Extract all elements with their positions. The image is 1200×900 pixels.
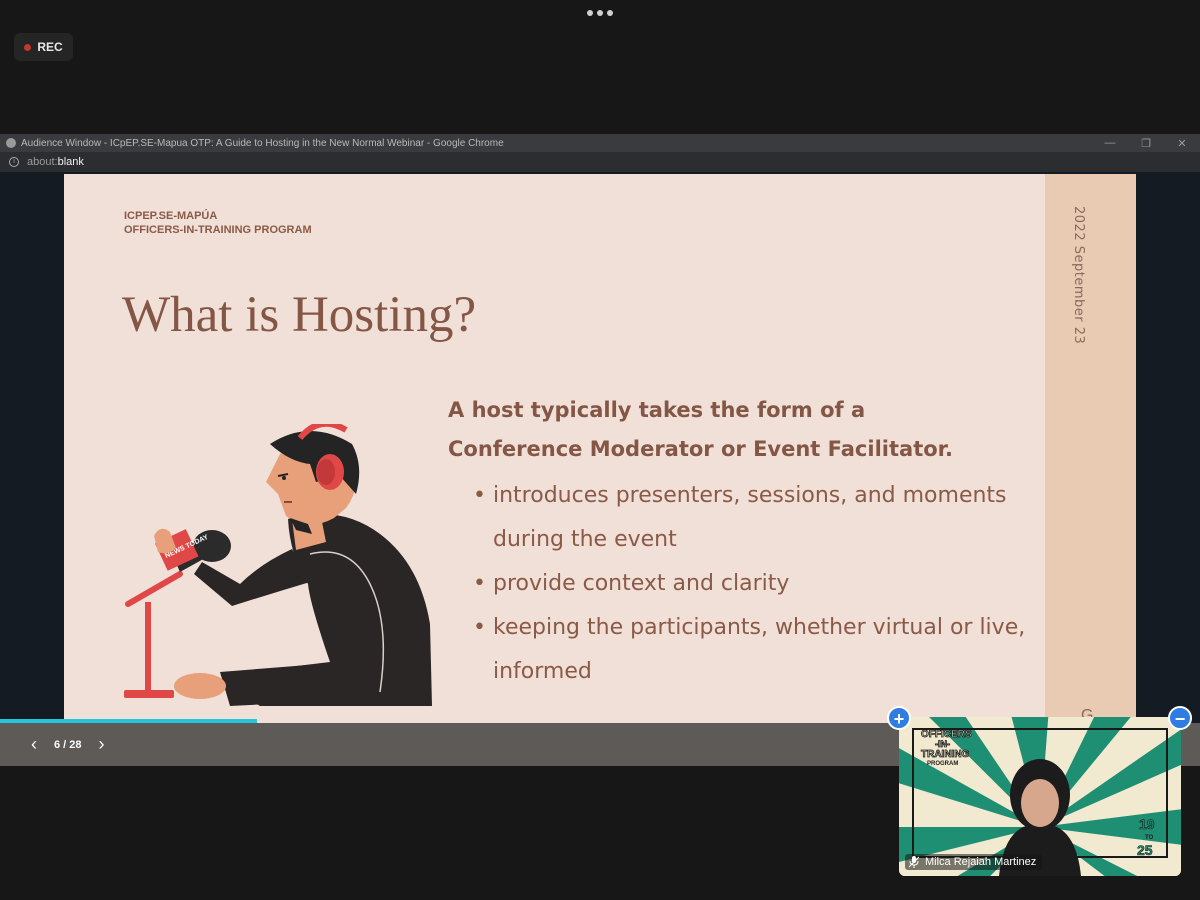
recording-indicator: REC bbox=[14, 33, 73, 61]
more-options-icon[interactable] bbox=[587, 10, 613, 16]
info-icon[interactable]: i bbox=[9, 157, 19, 167]
org-line-1: ICPEP.SE-MAPÚA bbox=[124, 210, 218, 222]
video-background: OFFICERS -IN- TRAINING PROGRAM 19 TO 25 bbox=[899, 717, 1181, 876]
next-slide-button[interactable]: › bbox=[92, 734, 112, 755]
slide-date: 2022 September 23 bbox=[1071, 206, 1086, 345]
banner-date-bottom: 25 bbox=[1137, 842, 1153, 858]
bullet-list: introduces presenters, sessions, and mom… bbox=[470, 474, 1030, 694]
page-indicator: 6 / 28 bbox=[54, 738, 82, 751]
lead-line-2: Conference Moderator or Event Facilitato… bbox=[448, 437, 953, 461]
banner-line-3: TRAINING bbox=[921, 749, 970, 760]
banner-date-top: 19 bbox=[1139, 816, 1155, 832]
url-scheme: about: bbox=[27, 156, 58, 168]
banner-line-2: -IN- bbox=[935, 739, 950, 749]
lead-line-1: A host typically takes the form of a bbox=[448, 398, 866, 422]
minimize-video-button[interactable]: − bbox=[1168, 706, 1192, 730]
muted-mic-icon bbox=[909, 856, 919, 868]
window-title: Audience Window - ICpEP.SE-Mapua OTP: A … bbox=[21, 137, 504, 149]
rec-label: REC bbox=[37, 40, 63, 54]
org-line-2: OFFICERS-IN-TRAINING PROGRAM bbox=[124, 224, 312, 236]
minimize-window-button[interactable]: — bbox=[1092, 137, 1128, 150]
slide-side-strip: 2022 September 23 G bbox=[1045, 174, 1136, 725]
close-window-button[interactable]: ✕ bbox=[1164, 137, 1200, 150]
url-host: blank bbox=[57, 156, 84, 168]
participant-video[interactable]: OFFICERS -IN- TRAINING PROGRAM 19 TO 25 … bbox=[899, 717, 1181, 876]
bullet-item: introduces presenters, sessions, and mom… bbox=[470, 474, 1030, 562]
previous-slide-button[interactable]: ‹ bbox=[24, 734, 44, 755]
restore-window-button[interactable]: ❐ bbox=[1128, 137, 1164, 150]
slide-title: What is Hosting? bbox=[122, 287, 477, 343]
participant-name-tag: Milca Rejaiah Martinez bbox=[905, 854, 1043, 870]
bullet-item: keeping the participants, whether virtua… bbox=[470, 606, 1030, 694]
record-dot-icon bbox=[24, 43, 32, 51]
address-bar[interactable]: i about: blank bbox=[0, 152, 1200, 172]
banner-line-4: PROGRAM bbox=[927, 761, 958, 767]
bullet-item: provide context and clarity bbox=[470, 562, 1030, 606]
slide-organization: ICPEP.SE-MAPÚA OFFICERS-IN-TRAINING PROG… bbox=[124, 209, 312, 237]
screen: REC Audience Window - ICpEP.SE-Mapua OTP… bbox=[0, 0, 1200, 900]
banner-date-mid: TO bbox=[1145, 835, 1154, 841]
participant-name: Milca Rejaiah Martinez bbox=[925, 856, 1037, 868]
slide-lead: A host typically takes the form of a Con… bbox=[448, 391, 1008, 469]
add-video-button[interactable]: + bbox=[887, 706, 911, 730]
chrome-icon bbox=[6, 138, 16, 148]
podcaster-illustration: NEWS TODAY bbox=[124, 424, 432, 706]
browser-title-bar: Audience Window - ICpEP.SE-Mapua OTP: A … bbox=[0, 134, 1200, 152]
slide: 2022 September 23 G ICPEP.SE-MAPÚA OFFIC… bbox=[64, 174, 1136, 725]
